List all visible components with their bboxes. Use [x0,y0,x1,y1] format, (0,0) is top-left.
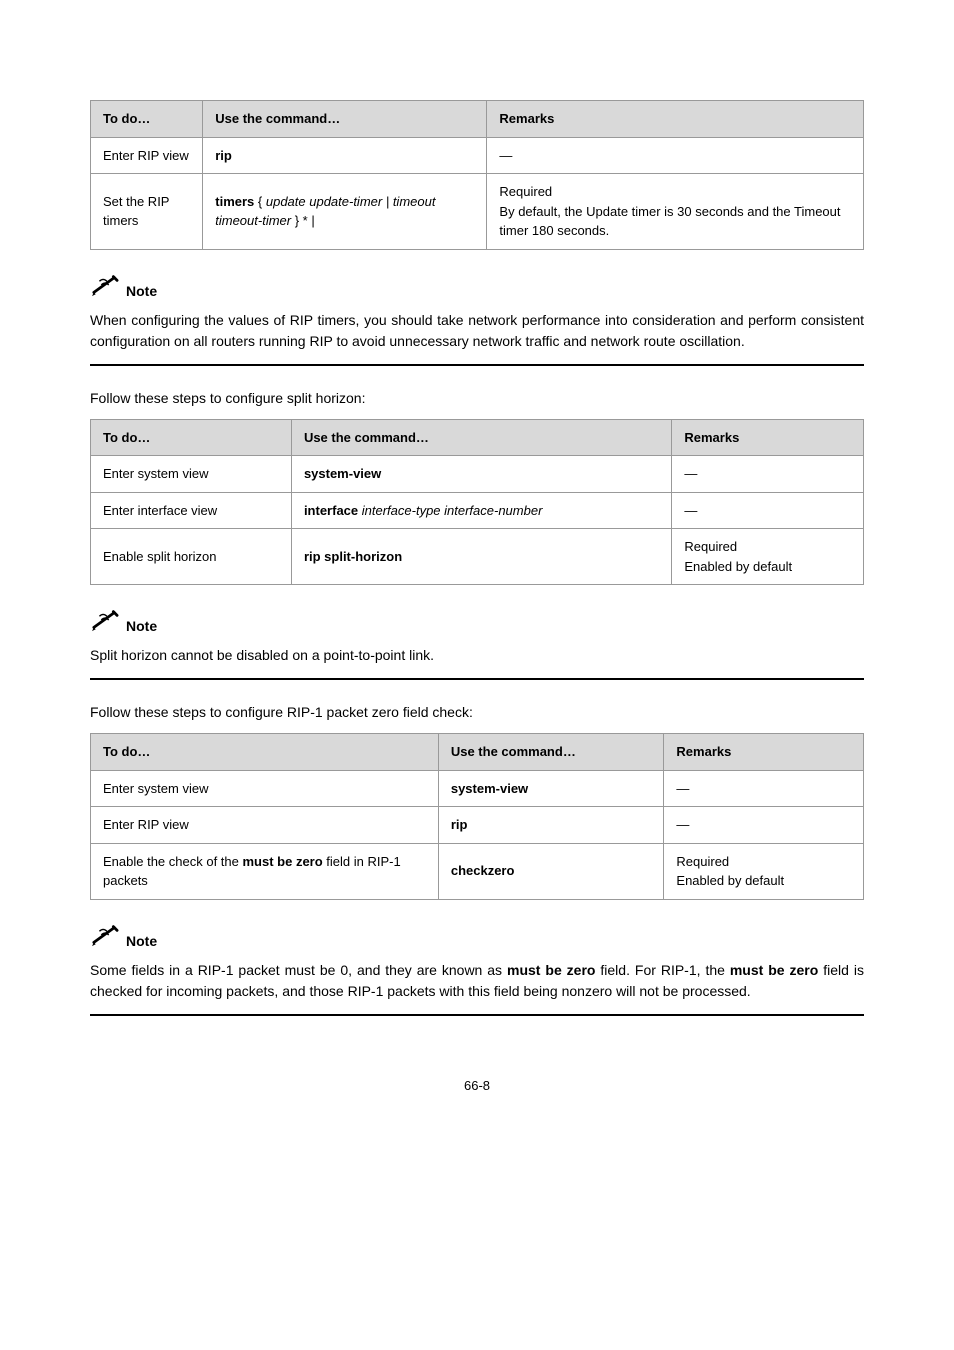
th: To do… [91,419,292,456]
table-row: Enable split horizon rip split-horizon R… [91,529,864,585]
table-row: Enable the check of the must be zero fie… [91,843,864,899]
cell: Enter system view [91,456,292,493]
cell: checkzero [438,843,664,899]
note-text: Split horizon cannot be disabled on a po… [90,645,864,666]
cell: Required By default, the Update timer is… [487,174,864,250]
table-row: Enter RIP view rip — [91,807,864,844]
note-label: Note [126,931,157,954]
cell: Required Enabled by default [664,843,864,899]
note-text: Some fields in a RIP-1 packet must be 0,… [90,960,864,1002]
cell: rip [438,807,664,844]
cell: Set the RIP timers [91,174,203,250]
cell: Enable split horizon [91,529,292,585]
th: Remarks [487,101,864,138]
page-number: 66-8 [90,1076,864,1096]
table-row: Enter RIP view rip — [91,137,864,174]
th: Use the command… [203,101,487,138]
table-zero-field: To do… Use the command… Remarks Enter sy… [90,733,864,900]
lead-text: Follow these steps to configure split ho… [90,388,864,409]
th: To do… [91,101,203,138]
divider [90,678,864,680]
cell: rip [203,137,487,174]
table-row: Enter system view system-view — [91,770,864,807]
cell: rip split-horizon [291,529,671,585]
cell: — [672,492,864,529]
cell: Enter system view [91,770,439,807]
cell: — [664,770,864,807]
note-text: When configuring the values of RIP timer… [90,310,864,352]
cell: Required Enabled by default [672,529,864,585]
table-row: Enter interface view interface interface… [91,492,864,529]
cell: Enter RIP view [91,137,203,174]
note-icon [90,922,120,954]
table-split-horizon: To do… Use the command… Remarks Enter sy… [90,419,864,586]
note-block: Note Split horizon cannot be disabled on… [90,607,864,680]
cell: system-view [438,770,664,807]
divider [90,364,864,366]
cell: system-view [291,456,671,493]
th: Remarks [664,734,864,771]
th: Use the command… [291,419,671,456]
table-rip-timers: To do… Use the command… Remarks Enter RI… [90,100,864,250]
th: Use the command… [438,734,664,771]
note-block: Note Some fields in a RIP-1 packet must … [90,922,864,1016]
note-icon [90,607,120,639]
lead-text: Follow these steps to configure RIP-1 pa… [90,702,864,723]
cell: Enter interface view [91,492,292,529]
note-icon [90,272,120,304]
note-block: Note When configuring the values of RIP … [90,272,864,366]
cell: — [672,456,864,493]
divider [90,1014,864,1016]
th: Remarks [672,419,864,456]
table-row: Enter system view system-view — [91,456,864,493]
note-label: Note [126,616,157,639]
th: To do… [91,734,439,771]
cell: Enable the check of the must be zero fie… [91,843,439,899]
cell: Enter RIP view [91,807,439,844]
cell: interface interface-type interface-numbe… [291,492,671,529]
table-row: Set the RIP timers timers { update updat… [91,174,864,250]
cell: timers { update update-timer | timeout t… [203,174,487,250]
cell: — [664,807,864,844]
cell: — [487,137,864,174]
note-label: Note [126,281,157,304]
